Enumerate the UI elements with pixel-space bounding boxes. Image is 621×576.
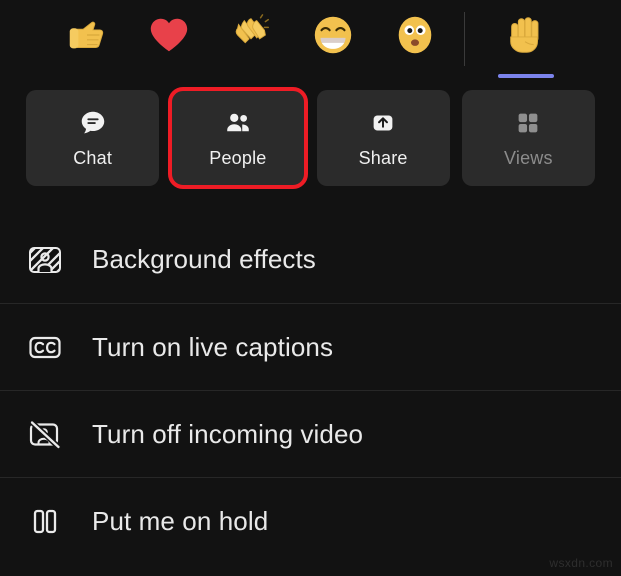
reaction-surprised[interactable] <box>374 12 456 74</box>
clapping-hands-emoji <box>228 12 274 58</box>
reaction-thumbs-up[interactable] <box>46 12 128 74</box>
heart-emoji <box>146 12 192 58</box>
closed-captions-icon <box>26 328 64 366</box>
people-button-label: People <box>209 147 267 168</box>
reaction-divider <box>464 12 465 66</box>
share-icon <box>368 108 398 138</box>
chat-button-label: Chat <box>73 147 113 168</box>
people-button[interactable]: People <box>168 87 308 189</box>
quick-actions-row: Chat People Share Views <box>0 87 621 200</box>
video-off-icon <box>26 415 64 453</box>
menu-item-incoming-video-label: Turn off incoming video <box>92 418 364 449</box>
views-button-label: Views <box>504 147 553 168</box>
grid-views-icon <box>513 108 543 138</box>
menu-item-background-effects-label: Background effects <box>92 244 316 274</box>
raised-hand-emoji <box>503 12 549 58</box>
share-button[interactable]: Share <box>316 90 450 186</box>
menu-item-incoming-video[interactable]: Turn off incoming video <box>0 390 621 477</box>
reaction-bar <box>0 0 621 90</box>
menu-item-live-captions-label: Turn on live captions <box>92 331 334 362</box>
astonished-face-emoji <box>392 12 438 58</box>
grinning-face-emoji <box>310 12 356 58</box>
chat-button[interactable]: Chat <box>26 90 160 186</box>
share-button-label: Share <box>358 147 408 168</box>
menu-item-background-effects[interactable]: Background effects <box>0 216 621 303</box>
background-effects-icon <box>26 241 64 279</box>
chat-bubble-icon <box>78 108 108 138</box>
pause-icon <box>26 502 64 540</box>
people-icon <box>223 108 253 138</box>
menu-item-live-captions[interactable]: Turn on live captions <box>0 303 621 390</box>
raise-hand-active-indicator <box>498 74 554 78</box>
thumbs-up-emoji <box>64 12 110 58</box>
reaction-laugh[interactable] <box>292 12 374 74</box>
menu-item-put-me-on-hold-label: Put me on hold <box>92 505 269 536</box>
reaction-raise-hand[interactable] <box>485 12 567 78</box>
views-button[interactable]: Views <box>461 90 595 186</box>
site-watermark: wsxdn.com <box>549 556 613 570</box>
menu-item-put-me-on-hold[interactable]: Put me on hold <box>0 477 621 564</box>
settings-menu-list: Background effects Turn on live captions… <box>0 216 621 564</box>
reaction-applause[interactable] <box>210 12 292 74</box>
reaction-heart[interactable] <box>128 12 210 74</box>
